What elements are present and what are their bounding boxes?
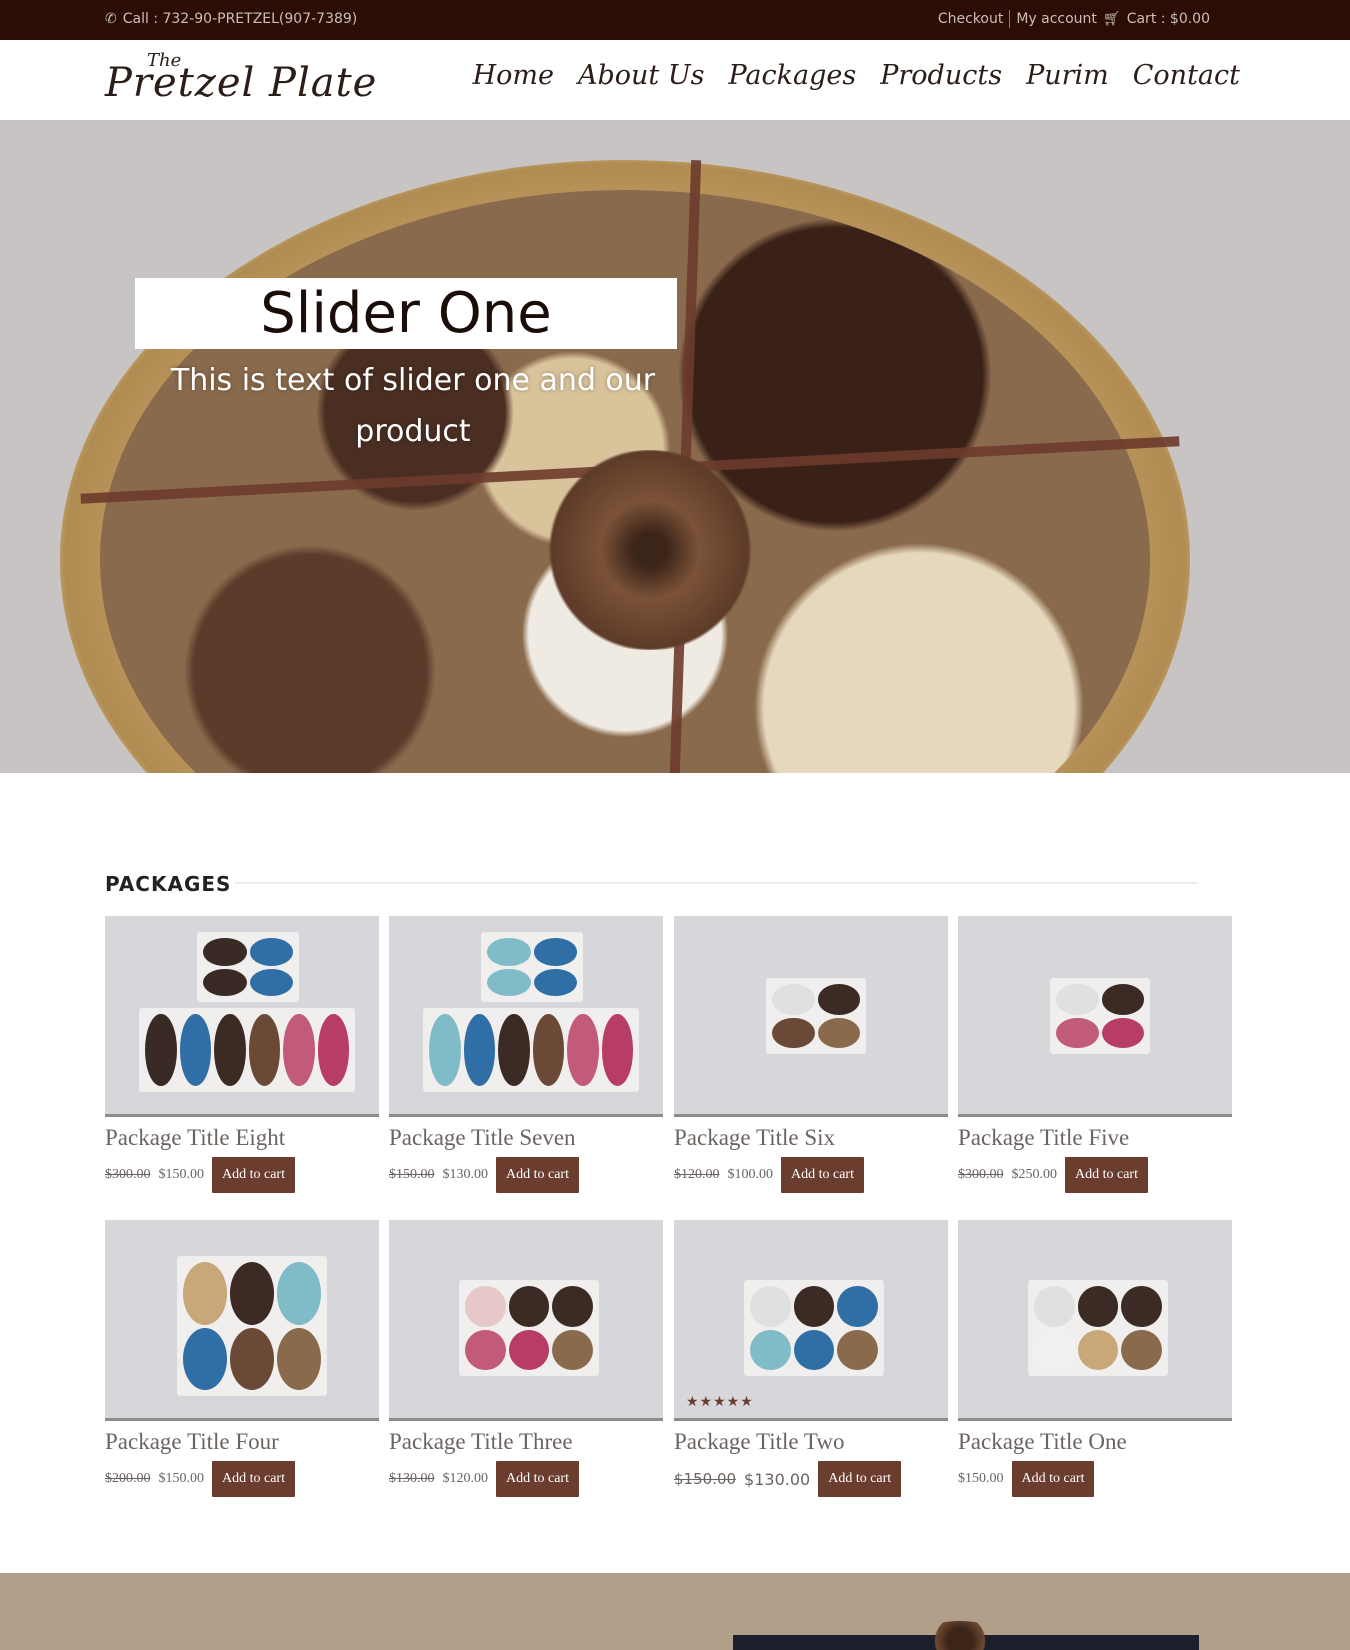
pretzel-tray: [423, 1008, 639, 1092]
package-card: Package Title Seven $150.00 $130.00 Add to …: [389, 916, 663, 1193]
divider: [1009, 10, 1011, 28]
phone-contact[interactable]: ✆ Call : 732-90-PRETZEL(907-7389): [105, 11, 357, 27]
price-row: $150.00 Add to cart: [958, 1461, 1232, 1497]
hero-slider[interactable]: Slider One This is text of slider one an…: [0, 120, 1350, 773]
add-to-cart-button[interactable]: Add to cart: [781, 1157, 864, 1193]
package-title[interactable]: Package Title Three: [389, 1429, 663, 1457]
old-price: $130.00: [389, 1471, 435, 1486]
price-row: $300.00 $150.00 Add to cart: [105, 1157, 379, 1193]
nav-contact[interactable]: Contact: [1133, 60, 1240, 91]
pretzel-tray: [139, 1008, 355, 1092]
price-row: $120.00 $100.00 Add to cart: [674, 1157, 948, 1193]
package-card: Package Title Five $300.00 $250.00 Add to c…: [958, 916, 1232, 1193]
phone-text: Call : 732-90-PRETZEL(907-7389): [122, 11, 358, 27]
old-price: $300.00: [105, 1167, 151, 1182]
package-image[interactable]: [105, 916, 379, 1117]
price-row: $200.00 $150.00 Add to cart: [105, 1461, 379, 1497]
package-image[interactable]: [105, 1220, 379, 1421]
add-to-cart-button[interactable]: Add to cart: [496, 1461, 579, 1497]
package-image[interactable]: [389, 916, 663, 1117]
old-price: $120.00: [674, 1167, 720, 1182]
pretzel-tray: [459, 1280, 599, 1376]
pretzel-tray: [197, 932, 299, 1002]
package-card: Package Title Four $200.00 $150.00 Add to c…: [105, 1220, 379, 1497]
slide-title: Slider One: [135, 278, 677, 349]
rating-stars: ★★★★★: [686, 1394, 754, 1410]
slide-text: This is text of slider one and our produ…: [170, 363, 656, 449]
nav-packages[interactable]: Packages: [728, 60, 856, 91]
current-price: $150.00: [958, 1471, 1004, 1486]
pretzel-tray: [744, 1280, 884, 1376]
package-card: Package Title Six $120.00 $100.00 Add to ca…: [674, 916, 948, 1193]
price-row: $150.00 $130.00 Add to cart: [674, 1461, 948, 1497]
cart-link[interactable]: Cart : $0.00: [1127, 11, 1210, 27]
old-price: $300.00: [958, 1167, 1004, 1182]
cart-icon: 🛒︎: [1102, 11, 1121, 27]
current-price: $150.00: [158, 1167, 205, 1182]
package-image[interactable]: [674, 916, 948, 1117]
current-price: $250.00: [1011, 1167, 1058, 1182]
package-title[interactable]: Package Title Five: [958, 1125, 1232, 1153]
nav-products[interactable]: Products: [880, 60, 1002, 91]
pretzel-tray: [1028, 1280, 1168, 1376]
package-card: Package Title One $150.00 Add to cart: [958, 1220, 1232, 1497]
add-to-cart-button[interactable]: Add to cart: [1065, 1157, 1148, 1193]
nav-about-us[interactable]: About Us: [578, 60, 704, 91]
phone-icon: ✆: [105, 11, 117, 27]
package-title[interactable]: Package Title Four: [105, 1429, 379, 1457]
package-image[interactable]: [389, 1220, 663, 1421]
old-price: $150.00: [389, 1167, 435, 1182]
add-to-cart-button[interactable]: Add to cart: [1011, 1461, 1095, 1497]
main-nav: Home About Us Packages Products Purim Co…: [473, 60, 1240, 91]
bow-decoration: [520, 450, 780, 650]
packages-heading: PACKAGES: [105, 872, 232, 896]
old-price: $150.00: [674, 1470, 737, 1488]
checkout-link[interactable]: Checkout: [938, 11, 1004, 27]
nav-home[interactable]: Home: [473, 60, 554, 91]
featured-band: [0, 1573, 1350, 1650]
current-price: $130.00: [442, 1167, 489, 1182]
add-to-cart-button[interactable]: Add to cart: [212, 1461, 295, 1497]
top-bar: ✆ Call : 732-90-PRETZEL(907-7389) Checko…: [0, 0, 1350, 40]
logo-name: Pretzel Plate: [105, 60, 378, 106]
price-row: $300.00 $250.00 Add to cart: [958, 1157, 1232, 1193]
add-to-cart-button[interactable]: Add to cart: [818, 1461, 902, 1497]
pretzel-tray: [1050, 978, 1150, 1054]
current-price: $100.00: [727, 1167, 774, 1182]
old-price: $200.00: [105, 1471, 151, 1486]
price-row: $130.00 $120.00 Add to cart: [389, 1461, 663, 1497]
package-card: Package Title Three $130.00 $120.00 Add to …: [389, 1220, 663, 1497]
package-title[interactable]: Package Title Seven: [389, 1125, 663, 1153]
pretzel-tray: [766, 978, 866, 1054]
package-title[interactable]: Package Title Six: [674, 1125, 948, 1153]
price-row: $150.00 $130.00 Add to cart: [389, 1157, 663, 1193]
add-to-cart-button[interactable]: Add to cart: [496, 1157, 579, 1193]
package-card: Package Title Eight $300.00 $150.00 Add to …: [105, 916, 379, 1193]
pretzel-tray: [481, 932, 583, 1002]
package-card: ★★★★★ Package Title Two $150.00 $130.00 Add …: [674, 1220, 948, 1497]
package-image[interactable]: ★★★★★: [674, 1220, 948, 1421]
current-price: $130.00: [744, 1469, 811, 1489]
site-logo[interactable]: The Pretzel Plate: [105, 48, 378, 112]
heading-divider: [235, 882, 1198, 884]
current-price: $120.00: [442, 1471, 489, 1486]
package-title[interactable]: Package Title Two: [674, 1429, 948, 1457]
bow-decoration: [915, 1621, 1005, 1650]
package-title[interactable]: Package Title One: [958, 1429, 1232, 1457]
package-image[interactable]: [958, 1220, 1232, 1421]
add-to-cart-button[interactable]: Add to cart: [212, 1157, 295, 1193]
pretzel-tray: [177, 1256, 327, 1396]
package-image[interactable]: [958, 916, 1232, 1117]
my-account-link[interactable]: My account: [1016, 11, 1097, 27]
nav-purim[interactable]: Purim: [1026, 60, 1109, 91]
current-price: $150.00: [158, 1471, 205, 1486]
package-title[interactable]: Package Title Eight: [105, 1125, 379, 1153]
site-header: The Pretzel Plate Home About Us Packages…: [0, 40, 1350, 120]
